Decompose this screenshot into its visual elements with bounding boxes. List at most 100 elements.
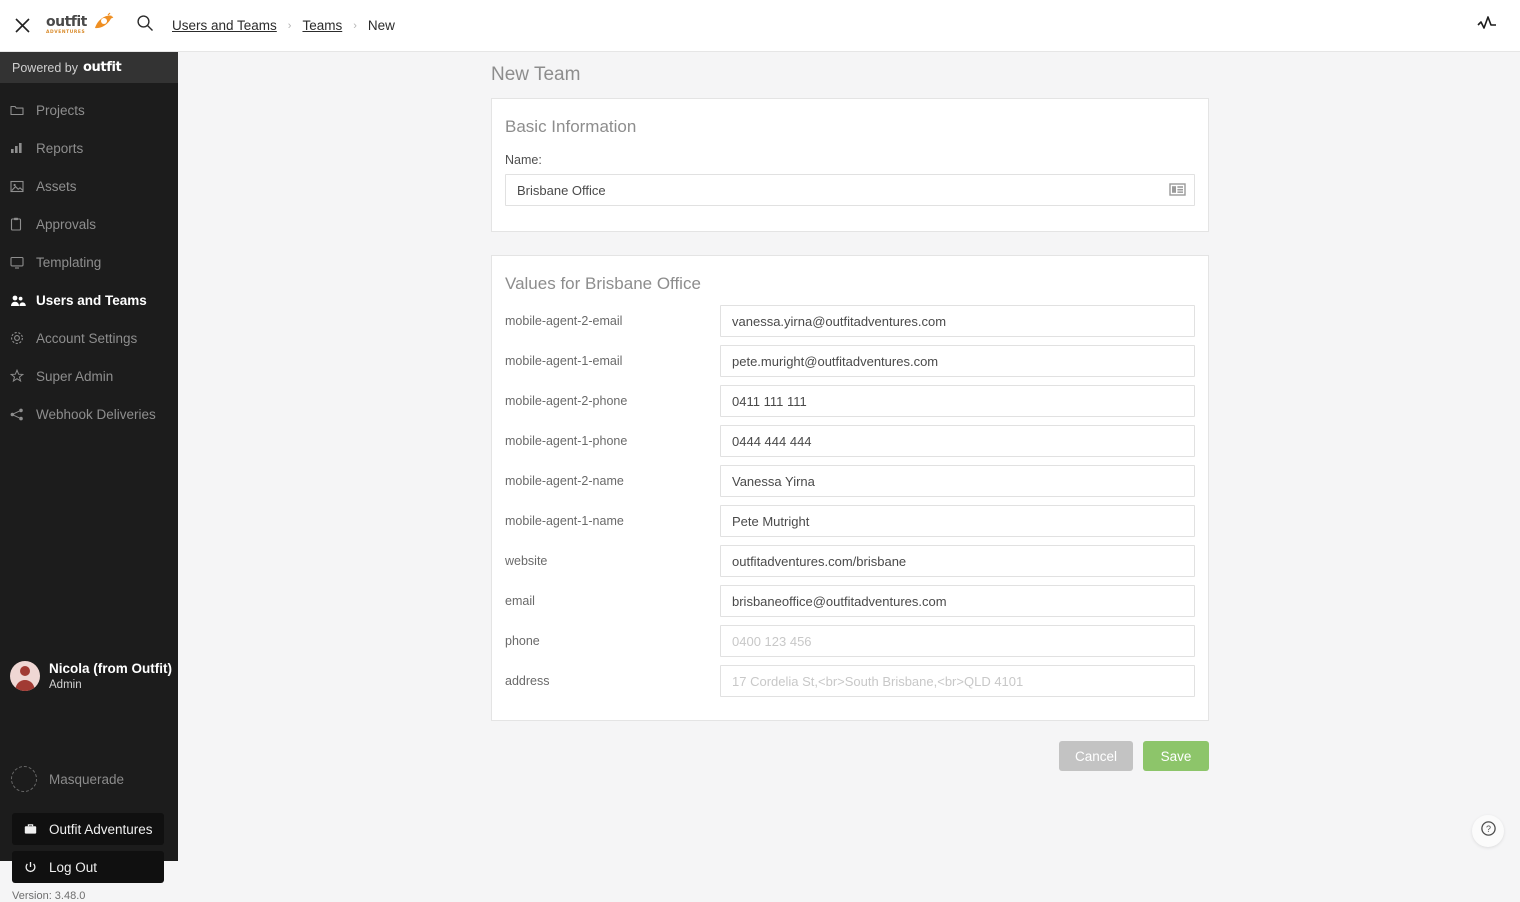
sidebar-item-label: Super Admin bbox=[36, 368, 114, 384]
sidebar-item-label: Assets bbox=[36, 178, 77, 194]
sidebar-item-reports[interactable]: Reports bbox=[0, 129, 178, 167]
breadcrumb-separator: › bbox=[353, 19, 357, 32]
sidebar-item-label: Projects bbox=[36, 102, 85, 118]
sidebar-item-assets[interactable]: Assets bbox=[0, 167, 178, 205]
basic-information-title: Basic Information bbox=[505, 117, 637, 136]
values-field-input[interactable] bbox=[720, 425, 1195, 457]
image-icon bbox=[10, 177, 32, 195]
current-user[interactable]: Nicola (from Outfit) Admin bbox=[0, 660, 178, 692]
values-field-label: email bbox=[505, 594, 535, 608]
name-label: Name: bbox=[505, 153, 542, 167]
main-content: New Team Basic Information Name: Values … bbox=[178, 52, 1520, 861]
sidebar-item-label: Users and Teams bbox=[36, 292, 147, 308]
close-button[interactable] bbox=[0, 0, 44, 52]
page-title: New Team bbox=[491, 64, 581, 85]
values-field-input[interactable] bbox=[720, 545, 1195, 577]
values-field-label: mobile-agent-2-email bbox=[505, 314, 623, 328]
question-mark-icon: ? bbox=[1480, 820, 1497, 842]
values-field-row: phone bbox=[492, 621, 1208, 661]
values-field-input[interactable] bbox=[720, 665, 1195, 697]
values-field-input[interactable] bbox=[720, 385, 1195, 417]
sidebar-item-users-and-teams[interactable]: Users and Teams bbox=[0, 281, 178, 319]
sidebar-item-label: Templating bbox=[36, 254, 102, 270]
help-button[interactable]: ? bbox=[1472, 815, 1504, 847]
activity-pulse-icon bbox=[1477, 15, 1497, 36]
form-actions: Cancel Save bbox=[491, 741, 1209, 771]
save-button[interactable]: Save bbox=[1143, 741, 1209, 771]
values-field-label: mobile-agent-1-name bbox=[505, 514, 624, 528]
team-name-input[interactable] bbox=[505, 174, 1195, 206]
briefcase-icon bbox=[24, 820, 44, 838]
breadcrumb-item-teams[interactable]: Teams bbox=[300, 18, 344, 33]
values-field-row: mobile-agent-1-name bbox=[492, 501, 1208, 541]
monitor-icon bbox=[10, 253, 32, 271]
sidebar-item-label: Account Settings bbox=[36, 330, 138, 346]
values-field-label: mobile-agent-2-name bbox=[505, 474, 624, 488]
sidebar-item-webhook-deliveries[interactable]: Webhook Deliveries bbox=[0, 395, 178, 433]
sidebar-item-approvals[interactable]: Approvals bbox=[0, 205, 178, 243]
avatar bbox=[10, 661, 40, 692]
breadcrumb-item-new: New bbox=[367, 18, 395, 33]
values-card: Values for Brisbane Office mobile-agent-… bbox=[491, 255, 1209, 721]
values-field-label: website bbox=[505, 554, 548, 568]
values-field-input[interactable] bbox=[720, 505, 1195, 537]
basic-information-card: Basic Information Name: bbox=[491, 98, 1209, 232]
values-field-label: mobile-agent-2-phone bbox=[505, 394, 628, 408]
powered-by-banner: Powered by outfit bbox=[0, 52, 178, 83]
sidebar-item-projects[interactable]: Projects bbox=[0, 91, 178, 129]
breadcrumb: Users and Teams › Teams › New bbox=[170, 0, 397, 52]
svg-text:?: ? bbox=[1485, 824, 1490, 834]
gear-icon bbox=[10, 329, 32, 347]
logout-button[interactable]: Log Out bbox=[12, 851, 164, 883]
cancel-button[interactable]: Cancel bbox=[1058, 741, 1133, 771]
outfit-adventures-logo[interactable]: outfit ADVENTURES bbox=[46, 11, 114, 41]
powered-by-brand: outfit bbox=[83, 60, 122, 75]
folder-icon bbox=[10, 101, 32, 119]
powered-by-text: Powered by bbox=[12, 60, 79, 75]
version-label: Version: 3.48.0 bbox=[12, 890, 86, 902]
close-icon bbox=[14, 17, 31, 34]
avatar-body bbox=[15, 680, 35, 692]
share-network-icon bbox=[10, 405, 32, 423]
values-field-row: mobile-agent-2-name bbox=[492, 461, 1208, 501]
sidebar-nav: Projects Reports Assets Approvals Templa bbox=[0, 83, 178, 433]
breadcrumb-separator: › bbox=[287, 19, 292, 32]
values-field-input[interactable] bbox=[720, 625, 1195, 657]
logout-label: Log Out bbox=[49, 859, 98, 875]
values-field-label: mobile-agent-1-phone bbox=[505, 434, 628, 448]
sidebar-item-super-admin[interactable]: Super Admin bbox=[0, 357, 178, 395]
sidebar-item-label: Webhook Deliveries bbox=[36, 406, 156, 422]
values-field-input[interactable] bbox=[720, 465, 1195, 497]
activity-button[interactable] bbox=[1470, 0, 1504, 52]
masquerade-label: Masquerade bbox=[49, 771, 125, 787]
search-button[interactable] bbox=[124, 0, 166, 52]
avatar-head bbox=[20, 666, 30, 677]
sidebar: Powered by outfit Projects Reports Asset… bbox=[0, 52, 178, 902]
dashed-circle-icon bbox=[11, 766, 37, 792]
star-icon bbox=[10, 367, 32, 385]
values-field-row: mobile-agent-1-phone bbox=[492, 421, 1208, 461]
values-field-label: mobile-agent-1-email bbox=[505, 354, 623, 368]
user-role: Admin bbox=[49, 678, 82, 691]
values-field-input[interactable] bbox=[720, 585, 1195, 617]
values-field-label: address bbox=[505, 674, 550, 688]
breadcrumb-item-users-and-teams[interactable]: Users and Teams bbox=[170, 18, 279, 33]
values-card-title: Values for Brisbane Office bbox=[505, 274, 701, 293]
logo-swoosh-icon bbox=[92, 12, 114, 34]
values-field-input[interactable] bbox=[720, 345, 1195, 377]
values-field-row: website bbox=[492, 541, 1208, 581]
sidebar-item-account-settings[interactable]: Account Settings bbox=[0, 319, 178, 357]
masquerade-toggle[interactable]: Masquerade bbox=[0, 762, 178, 796]
search-icon bbox=[136, 14, 154, 37]
user-name: Nicola (from Outfit) bbox=[49, 661, 172, 676]
sidebar-item-templating[interactable]: Templating bbox=[0, 243, 178, 281]
values-field-row: mobile-agent-1-email bbox=[492, 341, 1208, 381]
sidebar-item-label: Reports bbox=[36, 140, 84, 156]
values-field-list: mobile-agent-2-email mobile-agent-1-email… bbox=[492, 256, 1208, 701]
organization-button[interactable]: Outfit Adventures bbox=[12, 813, 164, 845]
clipboard-icon bbox=[10, 215, 32, 233]
layout-grid-icon[interactable] bbox=[1169, 181, 1186, 198]
organization-label: Outfit Adventures bbox=[49, 821, 153, 837]
top-bar: outfit ADVENTURES Users and Teams › Team… bbox=[0, 0, 1520, 52]
values-field-input[interactable] bbox=[720, 305, 1195, 337]
